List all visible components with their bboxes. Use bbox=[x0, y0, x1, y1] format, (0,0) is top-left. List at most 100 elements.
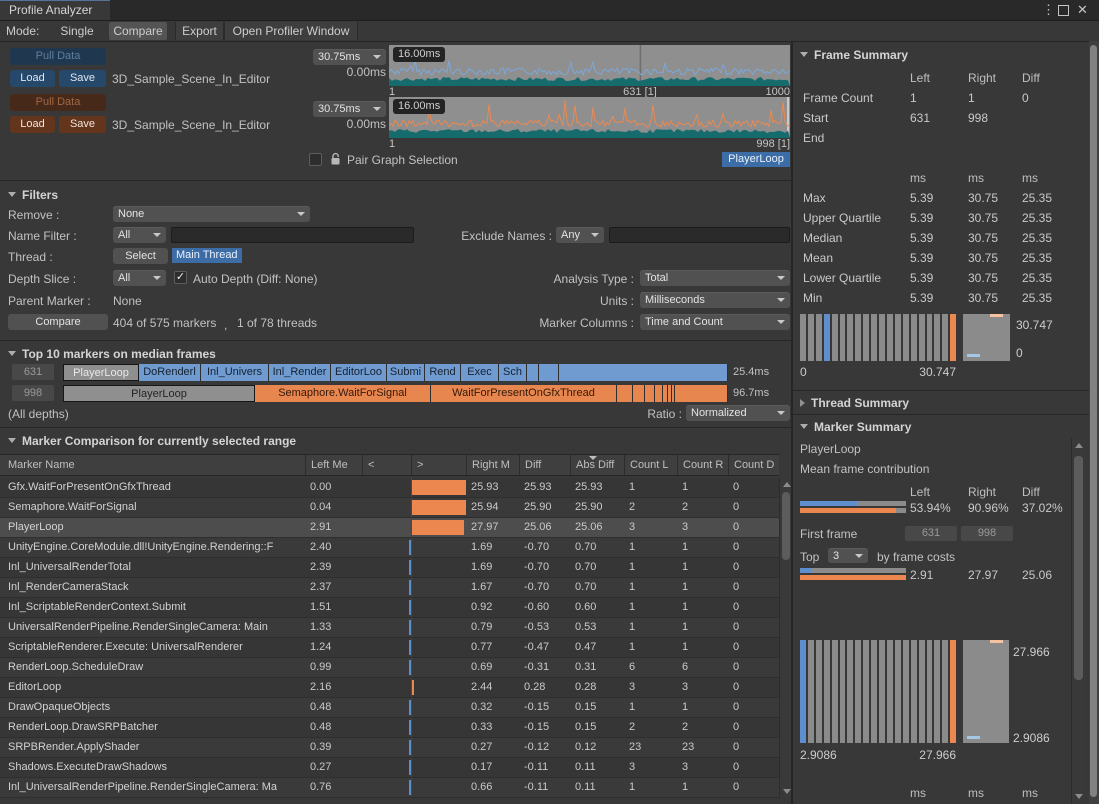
name-filter-input[interactable] bbox=[171, 227, 414, 243]
fs-histo-max-label: 30.747 bbox=[876, 365, 956, 379]
frame-time-graph-left[interactable] bbox=[389, 45, 790, 86]
col-count-diff[interactable]: Count D bbox=[728, 455, 779, 475]
mode-compare-button[interactable]: Compare bbox=[109, 22, 167, 40]
load-left-button[interactable]: Load bbox=[10, 70, 55, 87]
top-n-dropdown[interactable]: 3 bbox=[828, 548, 868, 563]
units-dropdown[interactable]: Milliseconds bbox=[640, 292, 790, 308]
diff-bar-cell bbox=[362, 758, 466, 777]
export-button[interactable]: Export bbox=[175, 22, 224, 40]
exclude-mode-dropdown[interactable]: Any bbox=[556, 227, 604, 243]
table-row[interactable]: Inl_ScriptableRenderContext.Submit1.510.… bbox=[0, 598, 779, 618]
scroll-down-icon[interactable] bbox=[783, 789, 791, 794]
first-frame-left-button[interactable]: 631 bbox=[905, 526, 957, 541]
diff-bar-cell bbox=[362, 638, 466, 657]
analysis-type-dropdown[interactable]: Total bbox=[640, 270, 790, 286]
save-left-button[interactable]: Save bbox=[59, 70, 106, 87]
ratio-dropdown[interactable]: Normalized bbox=[686, 405, 790, 421]
frame-summary-header[interactable]: Frame Summary bbox=[800, 48, 908, 62]
table-row[interactable]: Shadows.ExecuteDrawShadows0.270.17-0.110… bbox=[0, 758, 779, 778]
col-diff[interactable]: Diff bbox=[519, 455, 570, 475]
maximize-icon[interactable] bbox=[1058, 5, 1069, 16]
col-bar-right[interactable]: > bbox=[411, 455, 466, 475]
left-median-cell: 0.48 bbox=[305, 718, 362, 737]
marker-summary-header[interactable]: Marker Summary bbox=[800, 420, 911, 434]
name-filter-mode-dropdown[interactable]: All bbox=[113, 227, 166, 243]
table-row[interactable]: UnityEngine.CoreModule.dll!UnityEngine.R… bbox=[0, 538, 779, 558]
frame-time-graph-right[interactable] bbox=[389, 97, 790, 138]
table-row[interactable]: SRPBRender.ApplyShader0.390.27-0.120.122… bbox=[0, 738, 779, 758]
table-row[interactable]: Gfx.WaitForPresentOnGfxThread0.0025.9325… bbox=[0, 478, 779, 498]
compare-button[interactable]: Compare bbox=[8, 314, 108, 330]
col-abs-diff[interactable]: Abs Diff bbox=[570, 455, 624, 475]
top10-header[interactable]: Top 10 markers on median frames bbox=[8, 347, 216, 361]
save-right-button[interactable]: Save bbox=[59, 116, 106, 133]
diff-bar-cell bbox=[362, 478, 466, 497]
table-row[interactable]: Inl_UniversalRenderPipeline.RenderSingle… bbox=[0, 778, 779, 798]
marker-name-cell: SRPBRender.ApplyShader bbox=[0, 738, 305, 757]
abs-diff-cell: 25.90 bbox=[570, 498, 624, 517]
marker-summary-scrollbar[interactable] bbox=[1071, 438, 1085, 804]
col-left-median[interactable]: Left Me bbox=[305, 455, 362, 475]
filters-header[interactable]: Filters bbox=[8, 188, 58, 202]
scroll-up-icon[interactable] bbox=[783, 482, 791, 487]
table-row[interactable]: Inl_RenderCameraStack2.371.67-0.700.7011… bbox=[0, 578, 779, 598]
right-panel-scrollbar[interactable] bbox=[1089, 41, 1099, 804]
top10-frame-left-button[interactable]: 631 bbox=[12, 364, 54, 380]
contribution-diff: 37.02% bbox=[1022, 498, 1070, 518]
auto-depth-checkbox[interactable]: ✓ bbox=[174, 271, 187, 284]
depth-slice-dropdown[interactable]: All bbox=[113, 270, 166, 286]
col-count-right[interactable]: Count R bbox=[677, 455, 728, 475]
first-frame-right-button[interactable]: 998 bbox=[961, 526, 1013, 541]
graph-right-scale-dropdown[interactable]: 30.75ms bbox=[313, 101, 386, 117]
marker-name-cell: EditorLoop bbox=[0, 678, 305, 697]
scroll-up-icon[interactable] bbox=[1075, 443, 1083, 448]
col-bar-left[interactable]: < bbox=[362, 455, 411, 475]
comparison-table-header[interactable]: Marker Name Left Me < > Right M Diff Abs… bbox=[0, 454, 779, 476]
close-icon[interactable]: ✕ bbox=[1077, 2, 1088, 18]
table-row[interactable]: Semaphore.WaitForSignal0.0425.9425.9025.… bbox=[0, 498, 779, 518]
stat-left-value: 5.39 bbox=[910, 268, 968, 288]
mode-single-button[interactable]: Single bbox=[48, 22, 106, 40]
top10-frame-right-button[interactable]: 998 bbox=[12, 385, 54, 401]
table-row[interactable]: Inl_UniversalRenderTotal2.391.69-0.700.7… bbox=[0, 558, 779, 578]
col-marker-name[interactable]: Marker Name bbox=[0, 455, 305, 475]
summary-row-label: Start bbox=[803, 108, 910, 128]
pull-data-left-button[interactable]: Pull Data bbox=[10, 48, 106, 65]
right-panel-scrollbar-thumb[interactable] bbox=[1090, 45, 1097, 797]
table-row[interactable]: DrawOpaqueObjects0.480.32-0.150.15110 bbox=[0, 698, 779, 718]
col-right-median[interactable]: Right M bbox=[466, 455, 519, 475]
count-diff-cell: 0 bbox=[728, 518, 779, 537]
count-diff-cell: 0 bbox=[728, 658, 779, 677]
open-profiler-window-button[interactable]: Open Profiler Window bbox=[224, 22, 358, 40]
col-count-left[interactable]: Count L bbox=[624, 455, 677, 475]
thread-summary-header[interactable]: Thread Summary bbox=[800, 396, 909, 410]
summary-row: Start631998 bbox=[803, 108, 1070, 128]
table-row[interactable]: RenderLoop.DrawSRPBatcher0.480.33-0.150.… bbox=[0, 718, 779, 738]
marker-comparison-header[interactable]: Marker Comparison for currently selected… bbox=[8, 434, 296, 448]
table-row[interactable]: UniversalRenderPipeline.RenderSingleCame… bbox=[0, 618, 779, 638]
pair-graph-checkbox[interactable] bbox=[309, 153, 322, 166]
comparison-scrollbar-thumb[interactable] bbox=[782, 492, 790, 560]
histogram-bar bbox=[934, 640, 940, 743]
graph-left-threshold-badge: 16.00ms bbox=[393, 47, 445, 62]
table-row[interactable]: ScriptableRenderer.Execute: UniversalRen… bbox=[0, 638, 779, 658]
toolbar: Mode: Single Compare Export Open Profile… bbox=[0, 21, 1099, 42]
marker-columns-dropdown[interactable]: Time and Count bbox=[640, 314, 790, 330]
load-right-button[interactable]: Load bbox=[10, 116, 55, 133]
remove-dropdown[interactable]: None bbox=[113, 206, 310, 222]
table-row[interactable]: RenderLoop.ScheduleDraw0.990.69-0.310.31… bbox=[0, 658, 779, 678]
pull-data-right-button[interactable]: Pull Data bbox=[10, 94, 106, 111]
marker-summary-scrollbar-thumb[interactable] bbox=[1074, 456, 1083, 680]
graph-left-scale-dropdown[interactable]: 30.75ms bbox=[313, 49, 386, 65]
count-left-cell: 1 bbox=[624, 698, 677, 717]
ms-units-right: ms bbox=[968, 783, 1022, 803]
stat-left-value: 5.39 bbox=[910, 188, 968, 208]
scroll-down-icon[interactable] bbox=[1075, 794, 1083, 799]
kebab-menu-icon[interactable]: ⋮ bbox=[1042, 2, 1055, 18]
exclude-names-input[interactable] bbox=[609, 227, 790, 243]
table-row[interactable]: PlayerLoop2.9127.9725.0625.06330 bbox=[0, 518, 779, 538]
table-row[interactable]: EditorLoop2.162.440.280.28330 bbox=[0, 678, 779, 698]
window-tab[interactable]: Profile Analyzer bbox=[0, 0, 110, 20]
remove-value: None bbox=[118, 208, 144, 220]
thread-select-button[interactable]: Select bbox=[113, 248, 168, 264]
